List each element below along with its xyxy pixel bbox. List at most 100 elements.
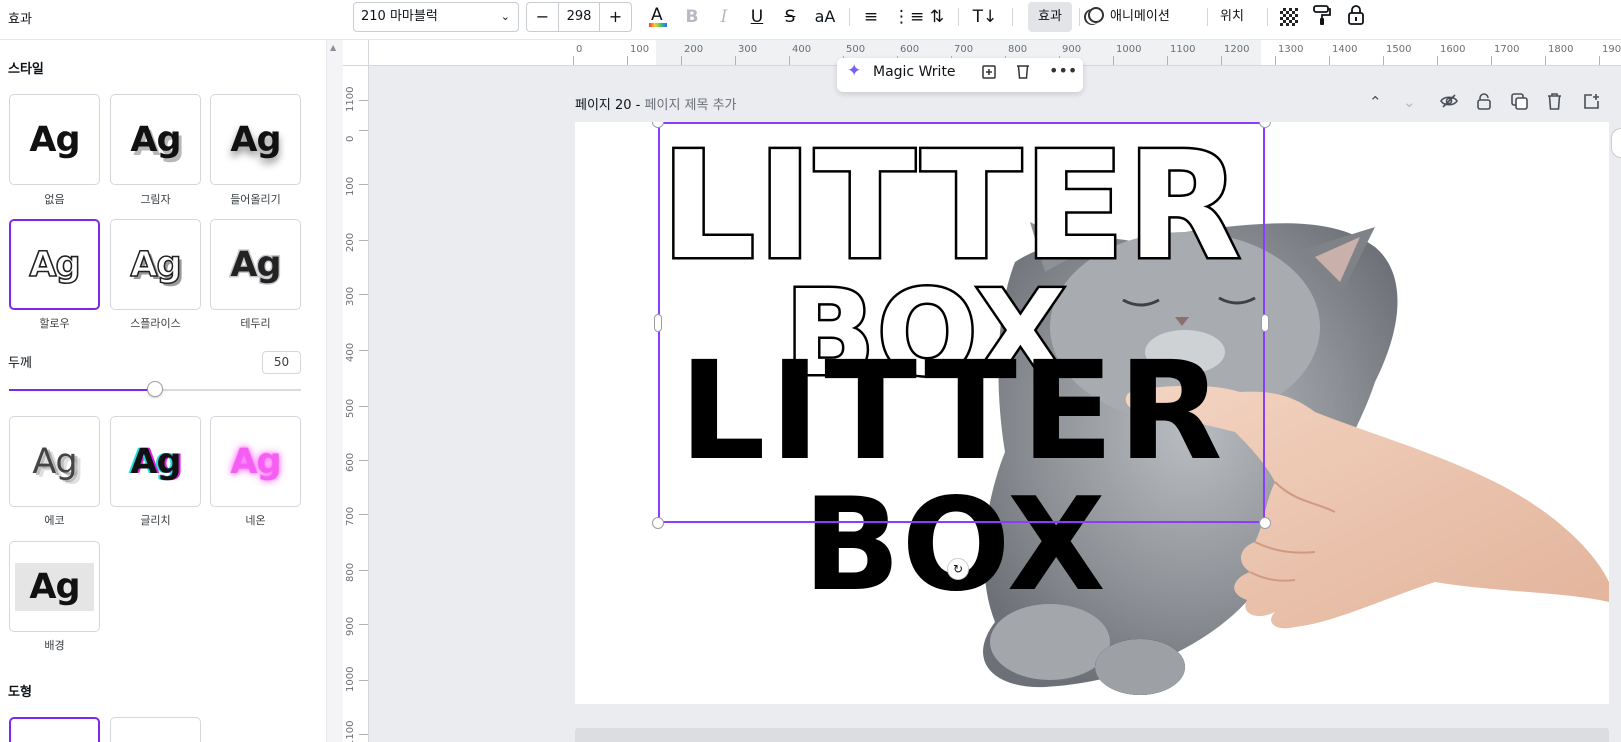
- text-toolbar: 210 마마블럭 ⌄ − 298 + A B I U S aA ≡ ⋮≡ ⇅ T…: [343, 0, 1621, 40]
- ruler-label: 600: [900, 44, 920, 55]
- side-panel-handle[interactable]: [1611, 128, 1621, 158]
- ruler-tick: [1437, 56, 1438, 65]
- font-family-select[interactable]: 210 마마블럭 ⌄: [353, 2, 519, 32]
- ruler-tick: [1329, 56, 1330, 65]
- ruler-tick: [359, 514, 368, 515]
- resize-handle-right[interactable]: [1261, 314, 1269, 332]
- animate-button[interactable]: 애니메이션: [1088, 2, 1170, 32]
- italic-icon[interactable]: I: [713, 4, 735, 30]
- style-splice-tile[interactable]: Ag: [110, 219, 201, 310]
- style-glitch-tile[interactable]: Ag: [110, 416, 201, 507]
- magic-write-button[interactable]: Magic Write: [873, 64, 956, 80]
- ruler-label: 1200: [1224, 44, 1250, 55]
- ruler-label: 400: [792, 44, 812, 55]
- style-label: 글리치: [140, 514, 171, 527]
- slider-thumb[interactable]: [147, 381, 163, 397]
- thickness-input[interactable]: 50: [262, 351, 301, 374]
- style-shadow-tile[interactable]: Ag: [110, 94, 201, 185]
- style-echo-tile[interactable]: Ag: [9, 416, 100, 507]
- ruler-label: 1600: [1440, 44, 1466, 55]
- style-outline-tile[interactable]: Ag: [210, 219, 301, 310]
- lock-page-icon[interactable]: [1477, 93, 1491, 114]
- panel-header: 효과: [0, 0, 343, 40]
- ruler-label: 800: [345, 562, 356, 582]
- effects-button[interactable]: 효과: [1028, 2, 1072, 32]
- add-page-title[interactable]: 페이지 제목 추가: [645, 98, 737, 113]
- vertical-text-icon[interactable]: T↓: [971, 4, 999, 30]
- scroll-up-icon[interactable]: ▲: [330, 43, 336, 52]
- left-ruler: 1100 0 100 200 300 400 500 600 700 800 900 1000 1100: [343, 66, 369, 742]
- spacing-icon[interactable]: ⇅: [926, 4, 948, 30]
- style-neon-tile[interactable]: Ag: [210, 416, 301, 507]
- resize-handle-bottom-left[interactable]: [652, 517, 664, 529]
- strikethrough-icon[interactable]: S: [779, 4, 801, 30]
- hide-page-icon[interactable]: [1440, 93, 1458, 113]
- sample-text: Ag: [230, 119, 281, 160]
- align-center-icon[interactable]: ≡: [860, 4, 882, 30]
- sample-text: Ag: [130, 441, 181, 482]
- style-lift-tile[interactable]: Ag: [210, 94, 301, 185]
- position-button[interactable]: 위치: [1220, 2, 1244, 32]
- underline-icon[interactable]: U: [746, 4, 768, 30]
- ruler-label: 600: [345, 452, 356, 472]
- letter-case-icon[interactable]: aA: [811, 4, 839, 30]
- effects-panel: 효과 스타일 Ag 없음 Ag 그림자 Ag 들어올리기 Ag 할로우 Ag 스…: [0, 0, 343, 742]
- list-icon[interactable]: ⋮≡: [893, 4, 924, 30]
- lock-icon[interactable]: [1344, 4, 1368, 30]
- font-size-input[interactable]: 298: [559, 3, 599, 31]
- ruler-label: 300: [345, 286, 356, 306]
- resize-handle-left[interactable]: [654, 314, 662, 332]
- delete-page-icon[interactable]: [1547, 93, 1562, 114]
- ruler-label: 500: [345, 398, 356, 418]
- text-color-icon[interactable]: A: [646, 4, 670, 30]
- ruler-tick: [359, 130, 368, 131]
- shape-none-tile[interactable]: [9, 717, 100, 742]
- insert-icon[interactable]: [982, 63, 998, 83]
- style-label: 배경: [44, 639, 65, 652]
- selection-box[interactable]: [658, 122, 1265, 523]
- increase-size-button[interactable]: +: [599, 3, 631, 31]
- shape-curve-tile[interactable]: [110, 717, 201, 742]
- ruler-label: 900: [345, 616, 356, 636]
- font-name: 210 마마블럭: [361, 9, 438, 24]
- ruler-tick: [1545, 56, 1546, 65]
- transparency-icon[interactable]: [1280, 8, 1298, 26]
- paint-roller-icon[interactable]: [1310, 4, 1334, 30]
- sample-text: Ag: [229, 243, 283, 286]
- chevron-up-icon[interactable]: ⌃: [1369, 93, 1382, 111]
- toolbar-divider: [1267, 8, 1268, 26]
- decrease-size-button[interactable]: −: [527, 3, 559, 31]
- ruler-tick: [1383, 56, 1384, 65]
- page-title[interactable]: 페이지 20 - 페이지 제목 추가: [575, 94, 737, 113]
- ruler-tick: [1113, 56, 1114, 65]
- ruler-tick: [359, 184, 368, 185]
- trash-icon[interactable]: [1016, 63, 1030, 83]
- chevron-down-icon[interactable]: ⌄: [1403, 93, 1416, 111]
- sample-text: Ag: [29, 119, 80, 160]
- rotate-icon[interactable]: ↻: [947, 558, 969, 580]
- style-background-tile[interactable]: Ag: [9, 541, 100, 632]
- ruler-label: 1000: [345, 666, 356, 692]
- ruler-label: 1800: [1548, 44, 1574, 55]
- resize-handle-bottom-right[interactable]: [1259, 517, 1271, 529]
- more-options-icon[interactable]: •••: [1049, 61, 1077, 80]
- ruler-label: 300: [738, 44, 758, 55]
- ruler-label: 190: [1602, 44, 1621, 55]
- toolbar-divider: [1079, 8, 1080, 26]
- ruler-tick: [359, 570, 368, 571]
- duplicate-page-icon[interactable]: [1511, 93, 1528, 114]
- design-page[interactable]: LITTER BOX LITTER BOX ↻: [575, 122, 1609, 704]
- bold-icon[interactable]: B: [681, 4, 703, 30]
- ruler-tick: [359, 624, 368, 625]
- style-label: 들어올리기: [230, 193, 281, 206]
- sample-text: Ag: [29, 244, 82, 286]
- style-hollow-tile[interactable]: Ag: [9, 219, 100, 310]
- style-label: 네온: [245, 514, 266, 527]
- panel-scrollbar[interactable]: ▲: [326, 40, 343, 742]
- ruler-tick: [359, 406, 368, 407]
- chevron-down-icon: ⌄: [500, 10, 510, 23]
- add-page-icon[interactable]: [1583, 93, 1600, 114]
- style-none-tile[interactable]: Ag: [9, 94, 100, 185]
- next-page[interactable]: [575, 728, 1609, 742]
- toolbar-divider: [958, 8, 959, 26]
